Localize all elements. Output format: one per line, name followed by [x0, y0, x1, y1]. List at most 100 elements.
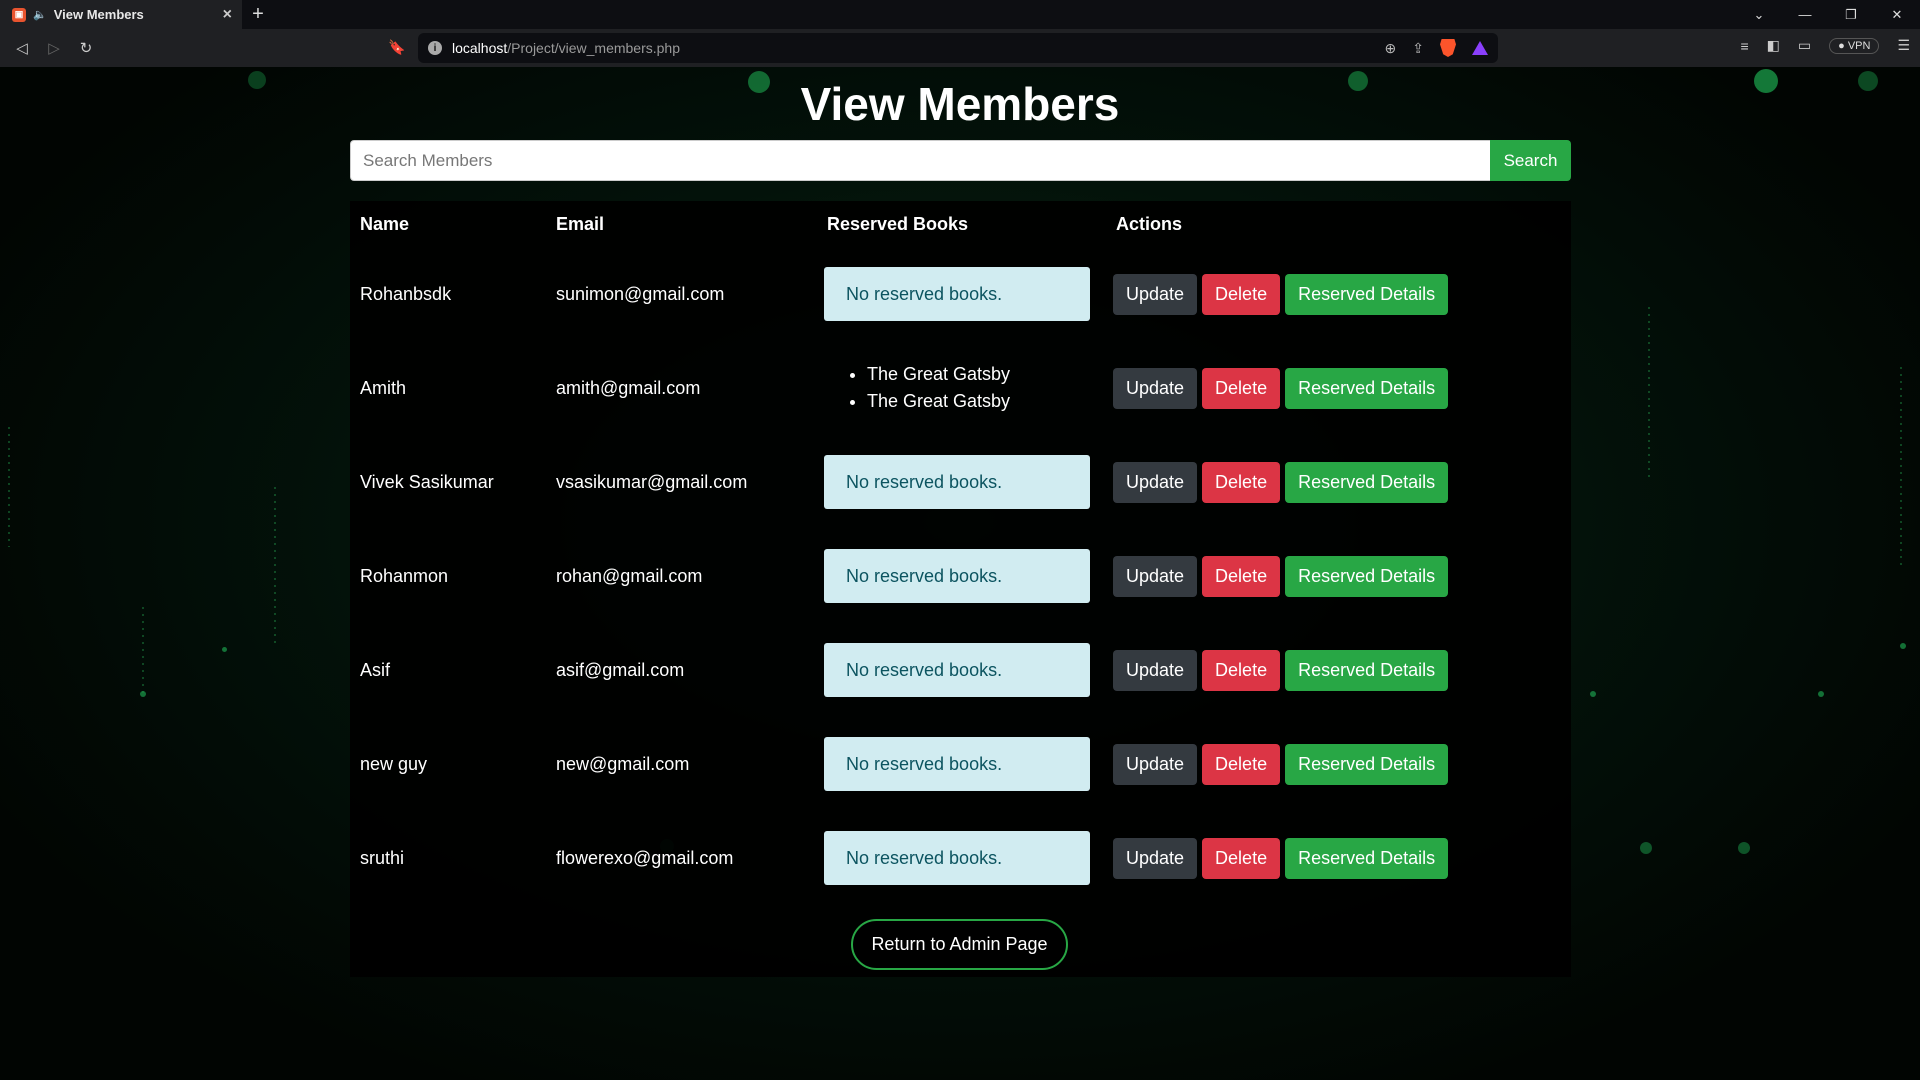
- member-name: Rohanbsdk: [360, 283, 452, 304]
- delete-button[interactable]: Delete: [1202, 367, 1281, 409]
- update-button[interactable]: Update: [1113, 743, 1198, 785]
- restore-icon[interactable]: ❐: [1828, 0, 1874, 29]
- brave-shields-icon[interactable]: [1440, 39, 1456, 57]
- tab-close-icon[interactable]: ×: [223, 6, 232, 24]
- close-window-icon[interactable]: ✕: [1874, 0, 1920, 29]
- tab-strip: ▣ 🔈 View Members × + ⌄ — ❐ ✕: [0, 0, 1920, 29]
- site-info-icon[interactable]: i: [428, 41, 442, 55]
- member-email: new@gmail.com: [556, 753, 690, 774]
- forward-icon[interactable]: ▷: [38, 39, 70, 57]
- no-reserved-books-alert: No reserved books.: [824, 643, 1090, 697]
- search-input[interactable]: [350, 140, 1490, 181]
- playlist-icon[interactable]: ≡: [1740, 38, 1748, 54]
- browser-tab[interactable]: ▣ 🔈 View Members ×: [0, 0, 242, 29]
- reserved-books-cell: No reserved books.: [817, 247, 1106, 341]
- member-name: Asif: [360, 659, 391, 680]
- table-row: Vivek Sasikumar vsasikumar@gmail.com No re…: [350, 435, 1571, 529]
- column-header-name: Name: [360, 213, 410, 234]
- member-email: vsasikumar@gmail.com: [556, 471, 748, 492]
- delete-button[interactable]: Delete: [1202, 649, 1281, 691]
- member-name: Vivek Sasikumar: [360, 471, 494, 492]
- reserved-details-button[interactable]: Reserved Details: [1285, 367, 1449, 409]
- table-row: sruthi flowerexo@gmail.com No reserved boo…: [350, 811, 1571, 905]
- actions-cell: Update Delete Reserved Details: [1106, 623, 1571, 717]
- return-to-admin-button[interactable]: Return to Admin Page: [851, 919, 1068, 970]
- action-buttons: Update Delete Reserved Details: [1113, 461, 1561, 503]
- browser-toolbar: ◁ ▷ ↻ 🔖 i localhost/Project/view_members…: [0, 29, 1920, 67]
- audio-playing-icon[interactable]: 🔈: [33, 8, 47, 21]
- member-email: rohan@gmail.com: [556, 565, 703, 586]
- member-name: Amith: [360, 377, 407, 398]
- vpn-button[interactable]: ● VPN: [1829, 37, 1880, 54]
- members-table: Name Email Reserved Books Actions Rohanb…: [350, 201, 1571, 905]
- background-matrix-line: [274, 487, 276, 647]
- address-bar[interactable]: i localhost/Project/view_members.php ⊕ ⇪: [418, 33, 1498, 63]
- update-button[interactable]: Update: [1113, 555, 1198, 597]
- member-email: asif@gmail.com: [556, 659, 685, 680]
- new-tab-icon[interactable]: +: [242, 3, 274, 26]
- reserved-details-button[interactable]: Reserved Details: [1285, 461, 1449, 503]
- column-header-reserved-books: Reserved Books: [827, 213, 969, 234]
- table-row: Asif asif@gmail.com No reserved books. Upda…: [350, 623, 1571, 717]
- table-row: Rohanbsdk sunimon@gmail.com No reserved bo…: [350, 247, 1571, 341]
- url-path: /Project/view_members.php: [507, 40, 681, 56]
- no-reserved-books-alert: No reserved books.: [824, 549, 1090, 603]
- wallet-icon[interactable]: ▭: [1798, 37, 1811, 54]
- action-buttons: Update Delete Reserved Details: [1113, 743, 1561, 785]
- reserved-details-button[interactable]: Reserved Details: [1285, 649, 1449, 691]
- minimize-icon[interactable]: —: [1782, 0, 1828, 29]
- update-button[interactable]: Update: [1113, 649, 1198, 691]
- actions-cell: Update Delete Reserved Details: [1106, 529, 1571, 623]
- table-header-row: Name Email Reserved Books Actions: [350, 201, 1571, 247]
- member-email: flowerexo@gmail.com: [556, 847, 734, 868]
- members-table-container: Name Email Reserved Books Actions Rohanb…: [350, 201, 1571, 977]
- update-button[interactable]: Update: [1113, 461, 1198, 503]
- actions-cell: Update Delete Reserved Details: [1106, 247, 1571, 341]
- column-header-email: Email: [556, 213, 605, 234]
- background-matrix-line: [1900, 367, 1902, 567]
- table-row: new guy new@gmail.com No reserved books. Up…: [350, 717, 1571, 811]
- update-button[interactable]: Update: [1113, 367, 1198, 409]
- no-reserved-books-alert: No reserved books.: [824, 737, 1090, 791]
- background-glow-dot: [1900, 643, 1906, 649]
- delete-button[interactable]: Delete: [1202, 273, 1281, 315]
- table-row: Rohanmon rohan@gmail.com No reserved books…: [350, 529, 1571, 623]
- reserved-books-cell: No reserved books.: [817, 529, 1106, 623]
- background-glow-dot: [1738, 842, 1750, 854]
- vpn-label: VPN: [1847, 39, 1871, 52]
- bookmark-icon[interactable]: 🔖: [388, 39, 405, 56]
- search-button[interactable]: Search: [1490, 140, 1571, 181]
- share-icon[interactable]: ⇪: [1412, 40, 1424, 57]
- delete-button[interactable]: Delete: [1202, 461, 1281, 503]
- background-matrix-line: [1648, 307, 1650, 477]
- window-controls: ⌄ — ❐ ✕: [1736, 0, 1920, 29]
- reserved-details-button[interactable]: Reserved Details: [1285, 743, 1449, 785]
- reserved-details-button[interactable]: Reserved Details: [1285, 555, 1449, 597]
- actions-cell: Update Delete Reserved Details: [1106, 435, 1571, 529]
- zoom-icon[interactable]: ⊕: [1385, 40, 1397, 57]
- delete-button[interactable]: Delete: [1202, 837, 1281, 879]
- tab-search-icon[interactable]: ⌄: [1736, 0, 1782, 29]
- update-button[interactable]: Update: [1113, 837, 1198, 879]
- reserved-books-cell: The Great GatsbyThe Great Gatsby: [817, 341, 1106, 435]
- member-name: sruthi: [360, 847, 405, 868]
- reserved-details-button[interactable]: Reserved Details: [1285, 837, 1449, 879]
- reserved-details-button[interactable]: Reserved Details: [1285, 273, 1449, 315]
- back-icon[interactable]: ◁: [6, 39, 38, 57]
- delete-button[interactable]: Delete: [1202, 743, 1281, 785]
- reserved-book-item: The Great Gatsby: [867, 388, 1096, 415]
- page-title: View Members: [800, 78, 1120, 130]
- menu-icon[interactable]: ☰: [1897, 37, 1910, 54]
- actions-cell: Update Delete Reserved Details: [1106, 717, 1571, 811]
- action-buttons: Update Delete Reserved Details: [1113, 555, 1561, 597]
- update-button[interactable]: Update: [1113, 273, 1198, 315]
- reload-icon[interactable]: ↻: [70, 39, 102, 57]
- action-buttons: Update Delete Reserved Details: [1113, 367, 1561, 409]
- background-glow-dot: [1818, 691, 1824, 697]
- reserved-books-cell: No reserved books.: [817, 623, 1106, 717]
- action-buttons: Update Delete Reserved Details: [1113, 837, 1561, 879]
- sidebar-icon[interactable]: ◧: [1767, 37, 1780, 54]
- delete-button[interactable]: Delete: [1202, 555, 1281, 597]
- brave-rewards-icon[interactable]: [1472, 41, 1488, 55]
- reserved-books-cell: No reserved books.: [817, 717, 1106, 811]
